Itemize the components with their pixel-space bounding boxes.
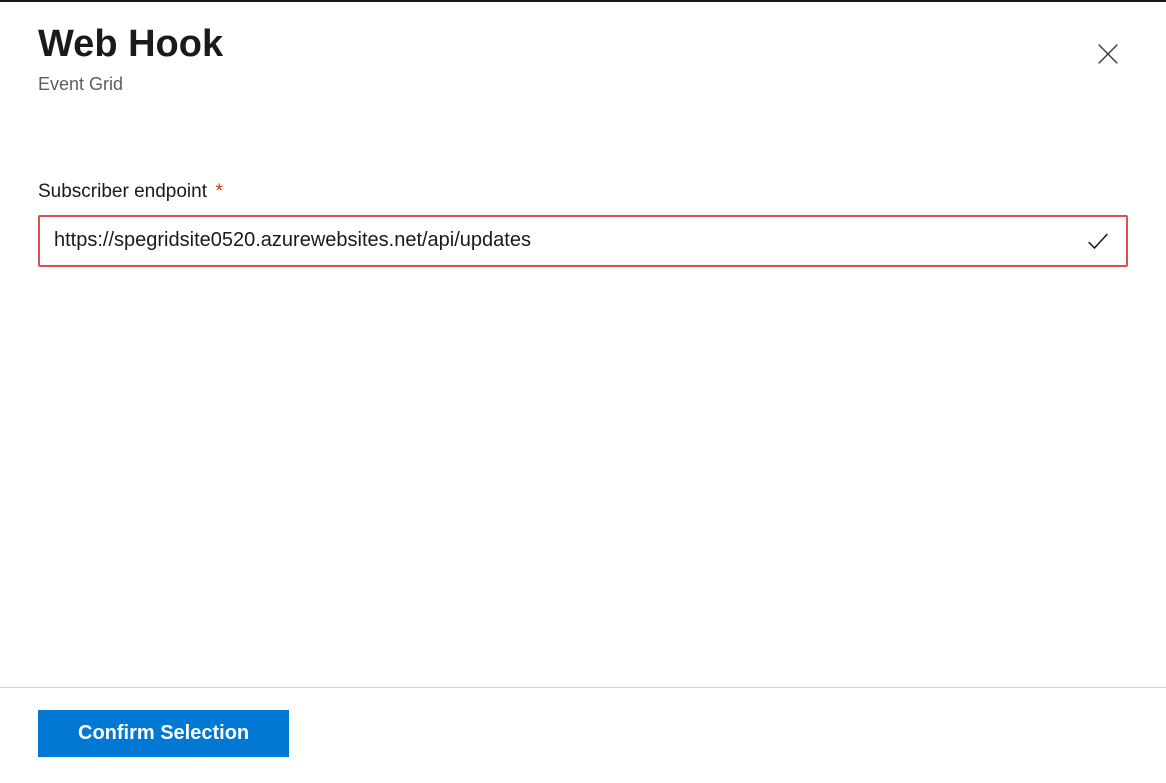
- field-label-text: Subscriber endpoint: [38, 181, 207, 202]
- page-subtitle: Event Grid: [38, 74, 223, 95]
- form-section: Subscriber endpoint *: [38, 181, 1128, 267]
- title-block: Web Hook Event Grid: [38, 24, 223, 95]
- subscriber-endpoint-input[interactable]: [54, 229, 1074, 252]
- subscriber-endpoint-field-wrapper: [38, 215, 1128, 267]
- close-button[interactable]: [1090, 36, 1126, 75]
- webhook-panel: Web Hook Event Grid Subscriber endpoint …: [0, 0, 1166, 783]
- page-title: Web Hook: [38, 24, 223, 66]
- checkmark-icon: [1084, 227, 1112, 255]
- panel-header: Web Hook Event Grid: [38, 24, 1128, 95]
- required-indicator: *: [215, 181, 222, 202]
- confirm-selection-button[interactable]: Confirm Selection: [38, 710, 289, 757]
- panel-footer: Confirm Selection: [0, 687, 1166, 783]
- subscriber-endpoint-label: Subscriber endpoint *: [38, 184, 223, 201]
- close-icon: [1094, 40, 1122, 68]
